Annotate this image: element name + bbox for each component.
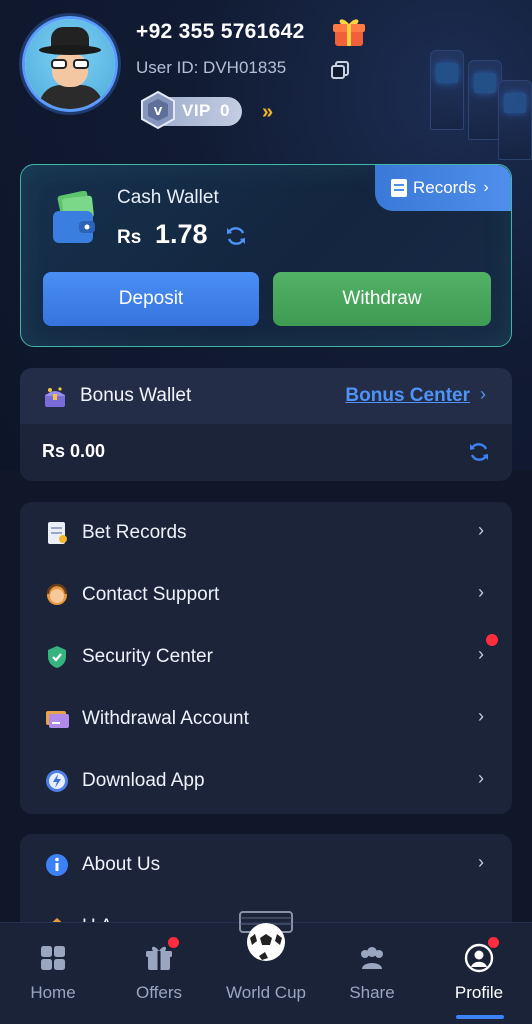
- vip-level: 0: [220, 101, 230, 120]
- vip-badge-icon: V: [141, 90, 175, 130]
- menu-label: Bet Records: [82, 522, 187, 543]
- nav-profile[interactable]: Profile: [426, 923, 532, 1024]
- menu-label: Download App: [82, 770, 205, 791]
- refresh-icon[interactable]: [225, 225, 247, 247]
- cash-balance: 1.78: [155, 219, 208, 249]
- soccer-ball-icon[interactable]: [238, 910, 294, 964]
- menu-label: About Us: [82, 854, 161, 875]
- chevron-right-icon: ›: [478, 520, 484, 540]
- deposit-button[interactable]: Deposit: [43, 272, 259, 326]
- menu-label: Security Center: [82, 646, 213, 667]
- users-icon: [361, 947, 383, 969]
- notification-dot: [486, 634, 498, 646]
- home-grid-icon: [41, 946, 65, 970]
- wallet-icon: [53, 191, 95, 243]
- nav-label: Home: [30, 983, 76, 1002]
- nav-label: World Cup: [226, 983, 306, 1002]
- profile-icon: [464, 943, 494, 973]
- phone-number: +92 355 5761642: [136, 20, 305, 43]
- menu-item-withdrawal-account[interactable]: Withdrawal Account ›: [20, 688, 512, 750]
- cash-currency: Rs: [117, 227, 142, 248]
- menu-item-download-app[interactable]: Download App ›: [20, 750, 512, 812]
- bonus-wallet-header: Bonus Wallet Bonus Center ›: [20, 368, 512, 424]
- notification-dot: [488, 937, 499, 948]
- chevron-right-icon: ›: [478, 582, 484, 602]
- nav-label: Profile: [454, 983, 504, 1002]
- chevron-right-icon: ›: [478, 852, 484, 872]
- active-tab-indicator: [456, 1015, 504, 1019]
- chevron-right-icon[interactable]: ›: [480, 384, 486, 405]
- avatar[interactable]: [22, 16, 118, 112]
- download-icon: [46, 770, 68, 792]
- cash-wallet-card: Cash Wallet Rs 1.78 Records › Deposit Wi…: [20, 164, 512, 347]
- cash-wallet-title: Cash Wallet: [117, 187, 219, 208]
- chevron-right-icon: ›: [478, 644, 484, 664]
- shield-icon: [48, 646, 66, 668]
- nav-home[interactable]: Home: [0, 923, 106, 1024]
- menu-list: Bet Records › Contact Support › Security…: [20, 502, 512, 814]
- bonus-balance: Rs 0.00: [42, 441, 106, 461]
- info-icon: [46, 854, 68, 876]
- menu-item-bet-records[interactable]: Bet Records ›: [20, 502, 512, 564]
- records-button[interactable]: Records ›: [375, 165, 511, 211]
- menu-item-about-us[interactable]: About Us ›: [20, 834, 512, 896]
- support-icon: [46, 583, 68, 605]
- chevron-right-icon: ›: [478, 768, 484, 788]
- bet-records-icon: [48, 522, 67, 544]
- bonus-wallet-card: Bonus Wallet Bonus Center › Rs 0.00: [20, 368, 512, 481]
- nav-offers[interactable]: Offers: [106, 923, 212, 1024]
- menu-label: Contact Support: [82, 584, 220, 605]
- bonus-center-link[interactable]: Bonus Center: [345, 385, 470, 407]
- card-icon: [46, 711, 69, 728]
- chevron-right-icon: ›: [478, 706, 484, 726]
- refresh-icon[interactable]: [468, 441, 490, 463]
- chevron-right-icon: ›: [483, 179, 489, 196]
- withdraw-button[interactable]: Withdraw: [273, 272, 491, 326]
- gift-icon[interactable]: [332, 16, 366, 48]
- bonus-wallet-title: Bonus Wallet: [80, 385, 192, 406]
- menu-item-security-center[interactable]: Security Center ›: [20, 626, 512, 688]
- vip-arrows-icon[interactable]: »: [262, 101, 273, 124]
- gift-icon: [146, 946, 172, 970]
- vip-label: VIP: [182, 101, 211, 120]
- document-icon: [391, 179, 407, 197]
- nav-share[interactable]: Share: [319, 923, 425, 1024]
- user-id: User ID: DVH01835: [136, 58, 287, 77]
- treasure-box-icon: [45, 387, 65, 407]
- nav-label: Offers: [136, 983, 182, 1002]
- notification-dot: [168, 937, 179, 948]
- copy-icon[interactable]: [330, 60, 350, 80]
- menu-item-contact-support[interactable]: Contact Support ›: [20, 564, 512, 626]
- svg-text:V: V: [154, 105, 163, 118]
- menu-label: Withdrawal Account: [82, 708, 249, 729]
- nav-label: Share: [349, 983, 395, 1002]
- records-label: Records: [413, 178, 477, 197]
